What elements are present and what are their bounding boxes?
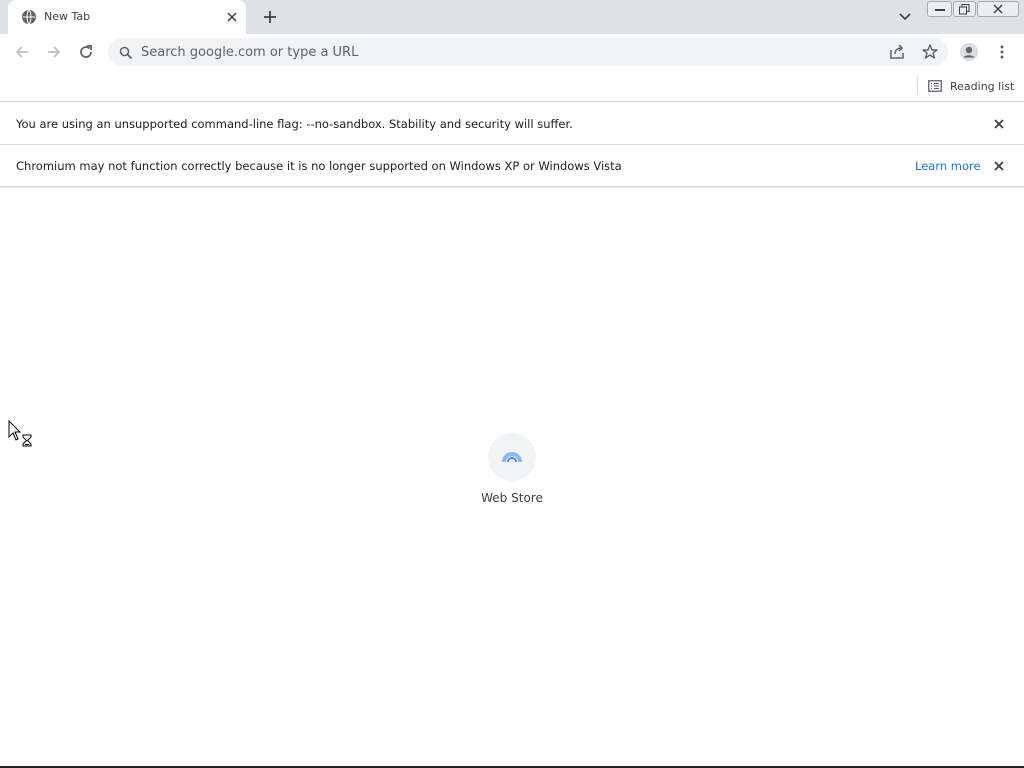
reading-list-button[interactable]: Reading list [928, 76, 1014, 96]
tab-title: New Tab [44, 10, 91, 23]
browser-window: New Tab Search google.com or type a URL … [0, 0, 1024, 768]
tab-close-icon[interactable] [224, 9, 240, 25]
plus-icon [264, 11, 276, 23]
minimize-button[interactable] [927, 1, 952, 17]
back-arrow-icon [15, 46, 28, 58]
chevron-down-icon [899, 13, 911, 21]
web-store-icon [488, 433, 536, 481]
reading-list-icon [928, 80, 942, 92]
globe-icon [21, 9, 37, 25]
share-icon[interactable] [888, 43, 906, 61]
bookmark-bar: Reading list [0, 70, 1024, 102]
back-button[interactable] [10, 40, 34, 64]
learn-more-link[interactable]: Learn more [915, 159, 981, 173]
shortcut-web-store[interactable]: Web Store [472, 433, 552, 517]
omnibox-input[interactable] [141, 38, 871, 66]
toolbar [0, 34, 1024, 70]
tab-search-button[interactable] [895, 8, 915, 26]
new-tab-button[interactable] [259, 6, 281, 28]
menu-button[interactable] [990, 40, 1014, 64]
omnibox[interactable] [108, 38, 948, 66]
tab-new-tab[interactable]: New Tab [8, 0, 246, 34]
infobar-no-sandbox: You are using an unsupported command-lin… [0, 103, 1024, 145]
search-icon [119, 45, 133, 60]
minimize-icon [934, 9, 945, 11]
new-tab-page: Web Store [0, 188, 1024, 766]
profile-button[interactable] [957, 40, 981, 64]
restore-button[interactable] [953, 1, 976, 17]
reload-icon [80, 45, 92, 58]
infobar-message: You are using an unsupported command-lin… [16, 117, 573, 131]
forward-button[interactable] [42, 40, 66, 64]
reading-list-label: Reading list [950, 79, 1015, 93]
mouse-cursor-busy-icon [8, 419, 36, 452]
bookmark-star-icon[interactable] [921, 43, 939, 61]
bookmark-separator [917, 76, 918, 94]
forward-arrow-icon [48, 46, 61, 58]
shortcut-label: Web Store [481, 491, 543, 505]
infobar-unsupported-os: Chromium may not function correctly beca… [0, 145, 1024, 187]
restore-icon [959, 3, 970, 14]
kebab-menu-icon [1000, 45, 1004, 59]
reload-button[interactable] [74, 40, 98, 64]
infobar-message: Chromium may not function correctly beca… [16, 159, 622, 173]
profile-avatar-icon [960, 43, 978, 61]
close-window-button[interactable] [977, 1, 1019, 17]
close-icon [993, 4, 1003, 14]
tab-strip: New Tab [0, 0, 1024, 34]
infobar-close-icon[interactable] [990, 157, 1008, 175]
infobar-close-icon[interactable] [990, 115, 1008, 133]
